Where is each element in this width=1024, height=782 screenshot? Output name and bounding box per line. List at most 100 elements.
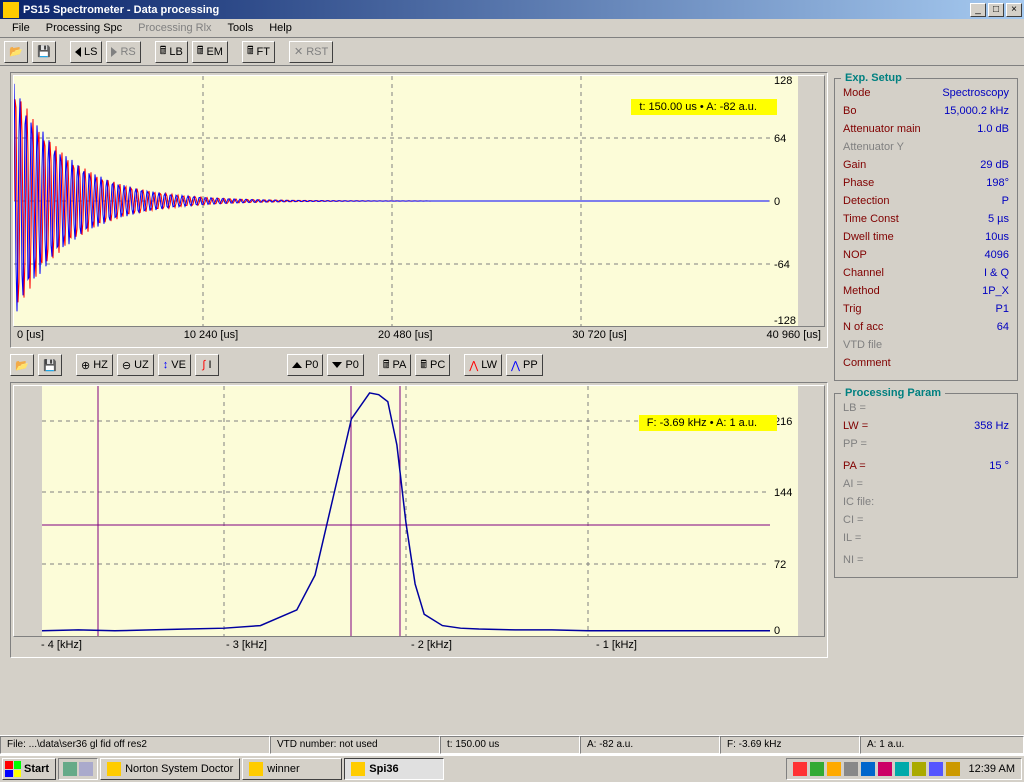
save-button[interactable]: 💾	[32, 41, 56, 63]
save2-button[interactable]: 💾	[38, 354, 62, 376]
tray-icon[interactable]	[810, 762, 824, 776]
param-label: IC file:	[843, 495, 874, 509]
menu-tools[interactable]: Tools	[220, 20, 262, 36]
p0-down-button[interactable]: P0	[327, 354, 363, 376]
param-value: 64	[997, 320, 1009, 334]
pp-button[interactable]: ⋀PP	[506, 354, 543, 376]
save-icon: 💾	[37, 45, 51, 58]
system-tray: 12:39 AM	[786, 758, 1022, 780]
start-button[interactable]: Start	[2, 758, 56, 780]
param-value: 15 °	[989, 459, 1009, 473]
tray-icon[interactable]	[895, 762, 909, 776]
folder-icon: 📂	[15, 359, 29, 372]
uz-button[interactable]: ⊖UZ	[117, 354, 154, 376]
open2-button[interactable]: 📂	[10, 354, 34, 376]
app-icon	[3, 2, 19, 18]
param-row: Attenuator main 1.0 dB	[843, 120, 1009, 138]
tray-icon[interactable]	[929, 762, 943, 776]
menu-processing-spc[interactable]: Processing Spc	[38, 20, 130, 36]
spectrum-chart[interactable]: 216 144 72 0 F: -3.69 kHz • A: 1 a.u. - …	[10, 382, 828, 658]
param-row: PA =15 °	[843, 457, 1009, 475]
quick-launch	[58, 758, 98, 780]
pa-button[interactable]: 🖩PA	[378, 354, 411, 376]
svg-text:0: 0	[774, 625, 780, 636]
tray-icon[interactable]	[827, 762, 841, 776]
param-label: Attenuator main	[843, 122, 921, 136]
menu-processing-rlx: Processing Rlx	[130, 20, 219, 36]
tray-icon[interactable]	[861, 762, 875, 776]
open-button[interactable]: 📂	[4, 41, 28, 63]
svg-text:-64: -64	[774, 259, 790, 271]
param-label: Bo	[843, 104, 856, 118]
param-row: Bo 15,000.2 kHz	[843, 102, 1009, 120]
hz-button[interactable]: ⊕HZ	[76, 354, 113, 376]
taskbar-task[interactable]: winner	[242, 758, 342, 780]
param-value: 1.0 dB	[977, 122, 1009, 136]
tray-icon[interactable]	[912, 762, 926, 776]
param-row: Comment	[843, 354, 1009, 372]
param-row: Time Const5 µs	[843, 210, 1009, 228]
param-row: TrigP1	[843, 300, 1009, 318]
windows-logo-icon	[5, 761, 21, 777]
ve-button[interactable]: ↕VE	[158, 354, 191, 376]
param-label: Phase	[843, 176, 874, 190]
taskbar-task[interactable]: Spi36	[344, 758, 444, 780]
param-label: PP =	[843, 437, 867, 451]
ft-button[interactable]: 🖩FT	[242, 41, 275, 63]
calc-icon: 🖩	[383, 356, 390, 375]
param-value: 198°	[986, 176, 1009, 190]
fid-cursor-readout: t: 150.00 us • A: -82 a.u.	[631, 99, 777, 115]
tray-icon[interactable]	[793, 762, 807, 776]
param-row: IL =	[843, 529, 1009, 547]
toolbar-top: 📂 💾 LS RS 🖩LB 🖩EM 🖩FT ✕RST	[0, 38, 1024, 66]
tray-icon[interactable]	[946, 762, 960, 776]
lw-button[interactable]: ⋀LW	[464, 354, 502, 376]
param-label: NOP	[843, 248, 867, 262]
param-label: Attenuator Y	[843, 140, 904, 154]
em-button[interactable]: 🖩EM	[192, 41, 228, 63]
task-icon	[107, 762, 121, 776]
param-label: VTD file	[843, 338, 882, 352]
param-label: LB =	[843, 401, 866, 415]
pc-button[interactable]: 🖩PC	[415, 354, 450, 376]
rs-button[interactable]: RS	[106, 41, 140, 63]
window-title: PS15 Spectrometer - Data processing	[23, 4, 970, 16]
param-value: 15,000.2 kHz	[944, 104, 1009, 118]
rst-button[interactable]: ✕RST	[289, 41, 333, 63]
fid-chart[interactable]: 128 64 0 -64 -128 t: 150.00 us • A: -82 …	[10, 72, 828, 348]
menu-file[interactable]: File	[4, 20, 38, 36]
close-button[interactable]: ×	[1006, 3, 1022, 17]
param-label: Mode	[843, 86, 871, 100]
p0-up-button[interactable]: P0	[287, 354, 323, 376]
param-row: N of acc 64	[843, 318, 1009, 336]
save-icon: 💾	[43, 359, 57, 372]
ql-icon-1[interactable]	[63, 762, 77, 776]
param-label: AI =	[843, 477, 863, 491]
calc-icon: 🖩	[197, 42, 204, 61]
param-value: P	[1002, 194, 1009, 208]
i-button[interactable]: ∫I	[195, 354, 219, 376]
menubar: File Processing Spc Processing Rlx Tools…	[0, 19, 1024, 38]
menu-help[interactable]: Help	[261, 20, 300, 36]
spectrum-xaxis: - 4 [kHz] - 3 [kHz] - 2 [kHz] - 1 [kHz]	[13, 637, 825, 655]
taskbar-task[interactable]: Norton System Doctor	[100, 758, 240, 780]
param-label: Comment	[843, 356, 891, 370]
ql-icon-2[interactable]	[79, 762, 93, 776]
tray-icon[interactable]	[844, 762, 858, 776]
triangle-right-icon	[111, 47, 117, 57]
tray-icon[interactable]	[878, 762, 892, 776]
lb-button[interactable]: 🖩LB	[155, 41, 188, 63]
maximize-button[interactable]: □	[988, 3, 1004, 17]
svg-text:-128: -128	[774, 315, 796, 326]
param-value: P1	[996, 302, 1009, 316]
param-label: NI =	[843, 553, 863, 567]
ls-button[interactable]: LS	[70, 41, 102, 63]
proc-param-title: Processing Param	[841, 387, 945, 399]
status-f: F: -3.69 kHz	[720, 736, 860, 754]
param-label: N of acc	[843, 320, 883, 334]
minimize-button[interactable]: _	[970, 3, 986, 17]
param-value: I & Q	[984, 266, 1009, 280]
svg-text:0: 0	[774, 196, 780, 208]
svg-text:128: 128	[774, 76, 792, 87]
wand-icon: ✕	[294, 45, 303, 58]
